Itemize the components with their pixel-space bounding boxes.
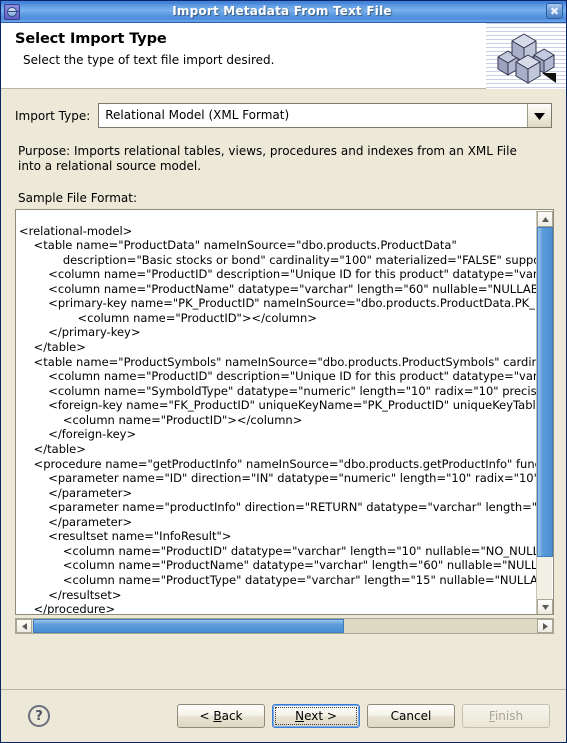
help-icon[interactable]: ? (28, 705, 50, 727)
import-type-select[interactable]: Relational Model (XML Format) (98, 103, 552, 128)
next-button-label: Next > (295, 709, 337, 723)
chevron-up-icon[interactable] (537, 211, 553, 227)
chevron-down-icon[interactable] (537, 599, 553, 614)
finish-button: Finish (462, 704, 550, 728)
next-button[interactable]: Next > (272, 704, 360, 728)
chevron-down-icon[interactable] (527, 104, 551, 127)
chevron-right-icon[interactable] (537, 619, 553, 633)
chevron-left-icon[interactable] (16, 619, 32, 633)
vertical-scrollbar-thumb[interactable] (537, 227, 553, 557)
title-bar: Import Metadata From Text File ✖ (1, 1, 566, 23)
import-type-value: Relational Model (XML Format) (105, 108, 290, 122)
horizontal-scrollbar[interactable] (15, 618, 554, 634)
purpose-text: Purpose: Imports relational tables, view… (18, 144, 517, 173)
dialog-footer: ? < Back Next > Cancel Finish (1, 689, 566, 742)
cubes-icon (486, 23, 566, 89)
dialog-body: Import Type: Relational Model (XML Forma… (1, 89, 566, 689)
sample-file-format-label: Sample File Format: (18, 191, 138, 205)
sample-text[interactable]: <relational-model> <table name="ProductD… (19, 224, 539, 615)
import-type-row: Import Type: Relational Model (XML Forma… (15, 103, 552, 128)
back-button[interactable]: < Back (177, 704, 265, 728)
page-title: Select Import Type (15, 31, 167, 47)
back-button-label: < Back (199, 709, 243, 723)
cancel-button[interactable]: Cancel (367, 704, 455, 728)
finish-button-label: Finish (488, 709, 524, 723)
window-title: Import Metadata From Text File (172, 4, 392, 18)
close-icon[interactable]: ✖ (546, 3, 563, 19)
sample-file-format-area: <relational-model> <table name="ProductD… (15, 209, 554, 634)
sample-text-frame: <relational-model> <table name="ProductD… (15, 209, 554, 615)
app-icon (4, 3, 20, 20)
import-type-label: Import Type: (15, 108, 91, 123)
horizontal-scrollbar-thumb[interactable] (33, 619, 344, 633)
import-wizard-dialog: Import Metadata From Text File ✖ Select … (0, 0, 567, 743)
wizard-header: Select Import Type Select the type of te… (1, 23, 566, 89)
cancel-button-label: Cancel (390, 709, 432, 723)
vertical-scrollbar[interactable] (536, 211, 553, 614)
page-subtitle: Select the type of text file import desi… (23, 53, 275, 67)
button-group: < Back Next > Cancel Finish (177, 704, 552, 728)
